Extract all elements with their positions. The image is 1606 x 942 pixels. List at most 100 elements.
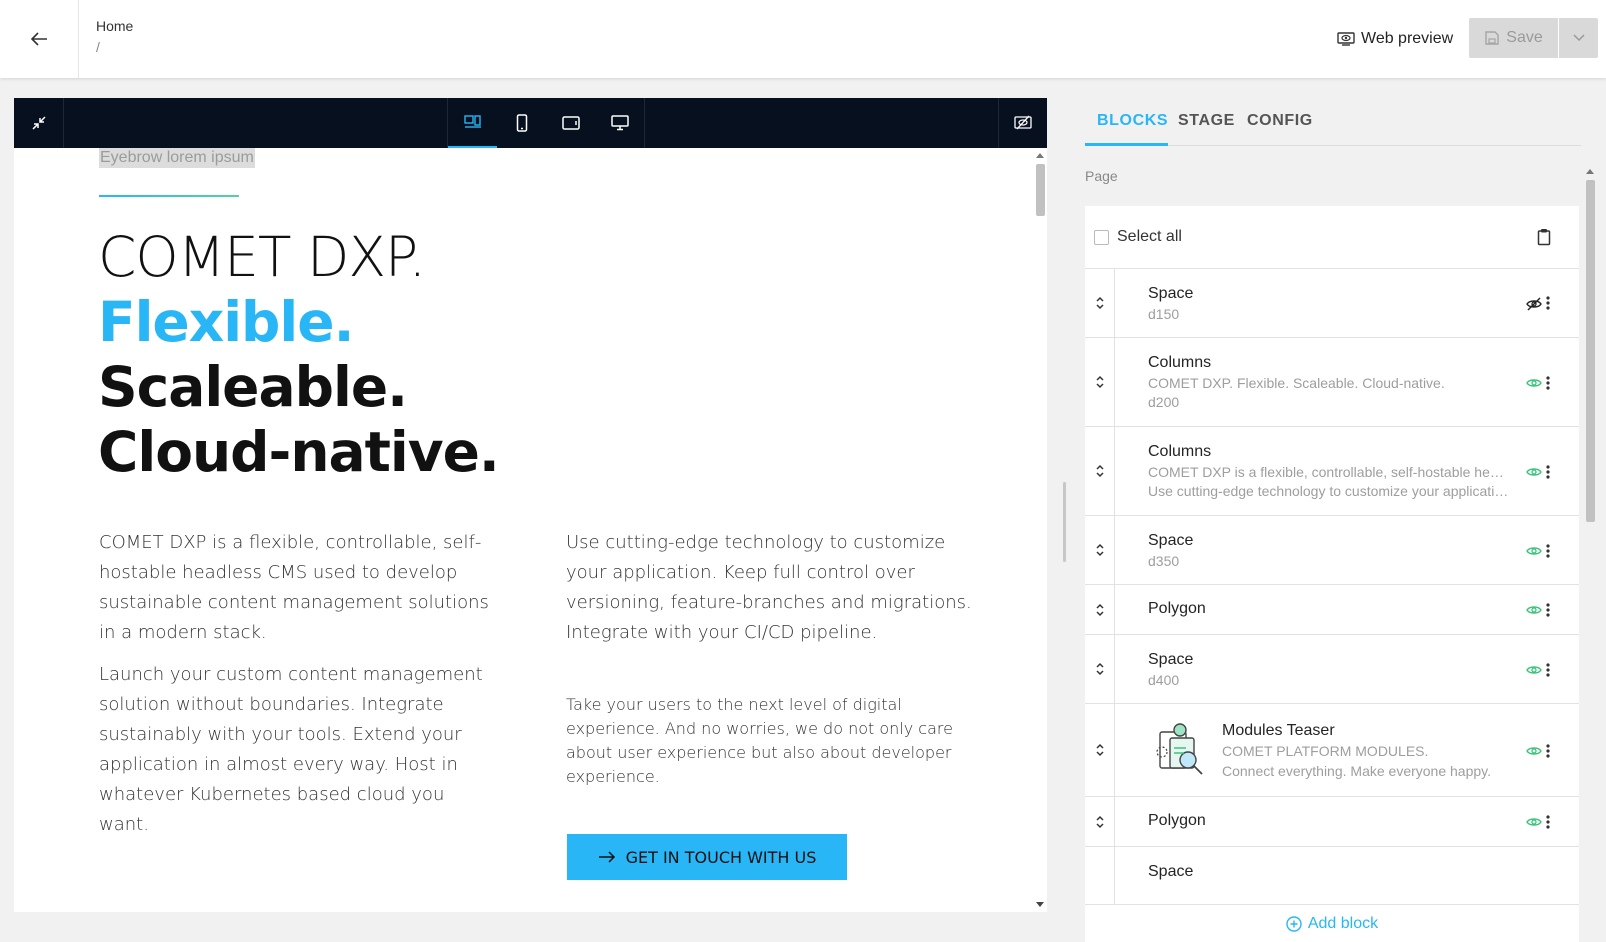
save-icon — [1485, 31, 1499, 45]
eye-icon[interactable] — [1526, 745, 1542, 757]
headline-line-4[interactable]: Cloud-native. — [98, 419, 500, 485]
block-row[interactable]: Columns COMET DXP is a flexible, control… — [1085, 427, 1579, 516]
drag-updown-icon — [1095, 662, 1104, 676]
more-vertical-icon[interactable] — [1546, 465, 1550, 479]
block-title: Polygon — [1148, 600, 1206, 617]
tab-blocks[interactable]: BLOCKS — [1097, 112, 1168, 130]
eye-off-icon[interactable] — [1526, 297, 1542, 311]
more-vertical-icon[interactable] — [1546, 376, 1550, 390]
block-row[interactable]: Polygon — [1085, 797, 1579, 847]
panel-resize-handle[interactable] — [1063, 482, 1066, 562]
eye-icon[interactable] — [1526, 604, 1542, 616]
block-subtitle: COMET DXP is a flexible, controllable, s… — [1148, 464, 1510, 480]
more-vertical-icon[interactable] — [1546, 744, 1550, 758]
eye-icon[interactable] — [1526, 816, 1542, 828]
drag-updown-icon — [1095, 296, 1104, 310]
eyebrow-underline — [99, 195, 239, 197]
breadcrumb-home[interactable]: Home — [96, 18, 133, 34]
drag-handle[interactable] — [1085, 635, 1115, 703]
collapse-arrows-icon — [31, 116, 46, 130]
save-options-button[interactable] — [1559, 18, 1598, 58]
more-vertical-icon[interactable] — [1546, 296, 1550, 310]
tab-stage[interactable]: STAGE — [1178, 112, 1235, 130]
right-paragraph-2[interactable]: Take your users to the next level of dig… — [566, 693, 981, 789]
modules-illustration-thumbnail — [1156, 723, 1203, 775]
block-subtitle: d350 — [1148, 553, 1180, 569]
right-paragraph-1[interactable]: Use cutting-edge technology to customize… — [566, 528, 986, 648]
add-block-button[interactable]: Add block — [1085, 904, 1579, 942]
more-vertical-icon[interactable] — [1546, 815, 1550, 829]
toggle-hidden-blocks-button[interactable] — [999, 98, 1047, 148]
panel-scroll-thumb[interactable] — [1586, 180, 1595, 522]
toolbar-divider — [63, 98, 64, 148]
select-all-row: Select all — [1085, 206, 1579, 269]
panel-scrollbar[interactable] — [1583, 168, 1597, 942]
preview-content: Eyebrow lorem ipsum COMET DXP. Flexible.… — [14, 148, 1032, 912]
breadcrumb-separator: / — [96, 39, 100, 55]
tab-config[interactable]: CONFIG — [1247, 112, 1313, 130]
save-button[interactable]: Save — [1469, 18, 1558, 58]
more-vertical-icon[interactable] — [1546, 663, 1550, 677]
block-subtitle: COMET DXP. Flexible. Scaleable. Cloud-na… — [1148, 375, 1445, 391]
eye-icon[interactable] — [1526, 466, 1542, 478]
select-all-checkbox[interactable] — [1094, 230, 1109, 245]
back-button[interactable] — [0, 0, 79, 78]
clipboard-icon[interactable] — [1537, 228, 1551, 246]
block-subtitle: d150 — [1148, 306, 1180, 322]
drag-updown-icon — [1095, 543, 1104, 557]
eye-icon[interactable] — [1526, 545, 1542, 557]
block-row[interactable]: Space d400 — [1085, 635, 1579, 704]
arrow-left-icon — [30, 32, 47, 46]
get-in-touch-button[interactable]: GET IN TOUCH WITH US — [567, 834, 847, 880]
chevron-down-icon — [1572, 34, 1585, 42]
preview-scroll-thumb[interactable] — [1036, 164, 1045, 216]
scroll-up-icon[interactable] — [1586, 168, 1594, 174]
block-row[interactable]: Space d150 — [1085, 269, 1579, 338]
eyebrow-text[interactable]: Eyebrow lorem ipsum — [99, 148, 255, 168]
drag-handle[interactable] — [1085, 704, 1115, 796]
drag-handle[interactable] — [1085, 585, 1115, 634]
more-vertical-icon[interactable] — [1546, 603, 1550, 617]
block-row[interactable]: Columns COMET DXP. Flexible. Scaleable. … — [1085, 338, 1579, 427]
device-responsive-button[interactable] — [448, 98, 497, 148]
block-subtitle: COMET PLATFORM MODULES. — [1222, 743, 1429, 759]
left-paragraph-1[interactable]: COMET DXP is a flexible, controllable, s… — [99, 528, 499, 648]
device-desktop-button[interactable] — [595, 98, 644, 148]
eye-icon[interactable] — [1526, 664, 1542, 676]
minimize-button[interactable] — [14, 98, 63, 148]
headline-line-2[interactable]: Flexible. — [98, 289, 354, 355]
headline-line-1[interactable]: COMET DXP. — [98, 224, 426, 290]
mobile-icon — [516, 114, 527, 132]
block-row[interactable]: Polygon — [1085, 585, 1579, 635]
scroll-down-icon[interactable] — [1036, 902, 1044, 908]
block-subtitle: d400 — [1148, 672, 1180, 688]
drag-handle[interactable] — [1085, 427, 1115, 515]
preview-scrollbar[interactable] — [1032, 148, 1047, 912]
block-row[interactable]: Modules Teaser COMET PLATFORM MODULES. C… — [1085, 704, 1579, 797]
responsive-devices-icon — [463, 115, 481, 128]
device-tablet-button[interactable] — [546, 98, 595, 148]
block-subtitle: d200 — [1148, 394, 1180, 410]
device-mobile-button[interactable] — [497, 98, 546, 148]
drag-handle[interactable] — [1085, 269, 1115, 337]
block-subtitle: Use cutting-edge technology to customize… — [1148, 483, 1510, 499]
drag-handle[interactable] — [1085, 338, 1115, 426]
eye-off-icon — [1014, 115, 1032, 130]
add-circle-icon — [1286, 915, 1302, 932]
headline-line-3[interactable]: Scaleable. — [98, 354, 408, 420]
web-preview-button[interactable]: Web preview — [1337, 26, 1453, 52]
block-title: Columns — [1148, 354, 1212, 371]
drag-handle[interactable] — [1085, 797, 1115, 846]
left-paragraph-2[interactable]: Launch your custom content management so… — [99, 660, 484, 840]
blocks-list: Select all Space d150 Columns COMET DXP.… — [1085, 206, 1579, 942]
block-subtitle: Connect everything. Make everyone happy. — [1222, 763, 1492, 779]
block-row[interactable]: Space d350 — [1085, 516, 1579, 585]
drag-updown-icon — [1095, 743, 1104, 757]
select-all-label[interactable]: Select all — [1117, 228, 1182, 246]
top-bar: Home / Web preview Save — [0, 0, 1606, 78]
scroll-up-icon[interactable] — [1036, 152, 1044, 158]
more-vertical-icon[interactable] — [1546, 544, 1550, 558]
eye-icon[interactable] — [1526, 377, 1542, 389]
blocks-panel: BLOCKS STAGE CONFIG Page Select all Spac… — [1085, 98, 1606, 942]
drag-handle[interactable] — [1085, 516, 1115, 584]
